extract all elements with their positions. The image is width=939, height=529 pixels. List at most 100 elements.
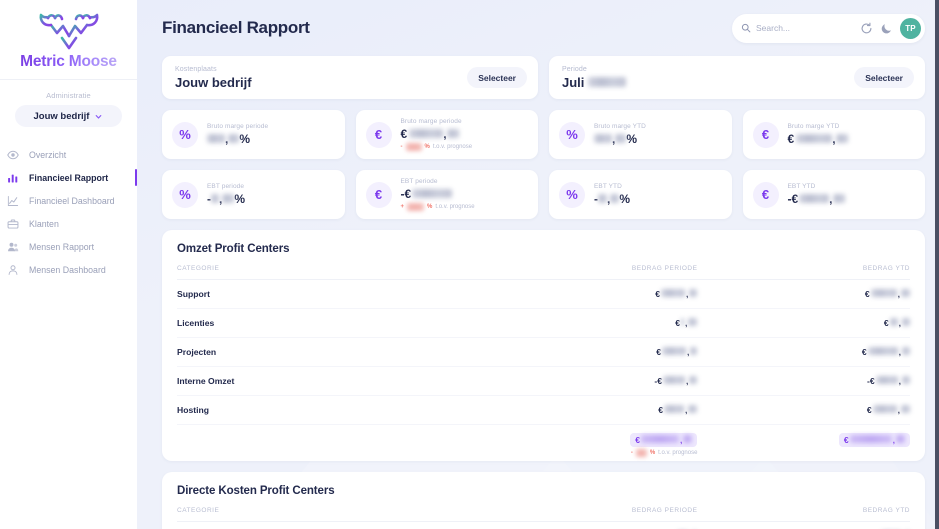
avatar-initials: TP	[905, 23, 916, 33]
select-kostenplaats-button[interactable]: Selecteer	[467, 67, 527, 88]
kpi-value: € ,	[401, 127, 473, 141]
kpi-subtext: + % t.o.v. prognose	[401, 203, 475, 211]
total-label	[177, 425, 485, 462]
table-total-row: €, - % t.o.v. prognose €,	[177, 425, 910, 462]
redacted-year	[588, 76, 627, 87]
filter-value-text: Jouw bedrijf	[175, 74, 252, 90]
redacted-decimals	[896, 435, 905, 443]
total-periode: €, - % t.o.v. prognose	[485, 425, 698, 462]
kpi-value: € ,	[788, 132, 848, 146]
currency-prefix: €	[675, 318, 681, 328]
redacted-decimals	[901, 405, 910, 413]
sidebar-item-mensen-dashboard[interactable]: Mensen Dashboard	[0, 258, 137, 281]
row-category: Support	[177, 279, 485, 309]
row-category: Hosting	[177, 395, 485, 425]
currency-prefix: -€	[866, 376, 875, 386]
redacted-decimals	[901, 289, 910, 297]
kpi-suffix: %	[234, 192, 246, 206]
sidebar-item-label: Overzicht	[29, 149, 67, 160]
redacted-value	[207, 134, 225, 143]
redacted-amount	[867, 347, 898, 355]
total-sign: -	[630, 450, 633, 456]
refresh-icon[interactable]	[860, 22, 873, 35]
kpi-label: EBT periode	[207, 183, 245, 190]
table-row: Interne Omzet -€, -€,	[177, 366, 910, 396]
kpi-label: Bruto marge periode	[207, 123, 269, 130]
euro-icon: €	[365, 181, 392, 208]
currency-prefix: €	[866, 405, 872, 415]
kpi-prefix: -€	[787, 192, 799, 206]
kpi-card: € Bruto marge YTD € ,	[742, 110, 925, 159]
sidebar-item-label: Financieel Dashboard	[29, 195, 115, 206]
redacted-amount	[872, 405, 897, 413]
redacted-total	[641, 435, 680, 443]
select-periode-button[interactable]: Selecteer	[854, 67, 914, 88]
line-chart-icon	[7, 195, 19, 206]
total-note: t.o.v. prognose	[658, 450, 698, 456]
sidebar-item-klanten[interactable]: Klanten	[0, 212, 137, 235]
filter-label: Kostenplaats	[175, 65, 217, 73]
euro-icon: €	[365, 121, 392, 148]
total-subtext: - % t.o.v. prognose	[485, 449, 698, 457]
search-input[interactable]	[756, 23, 848, 33]
column-header-categorie: CATEGORIE	[177, 265, 485, 280]
row-periode: €,	[484, 395, 698, 425]
avatar[interactable]: TP	[900, 17, 921, 39]
sidebar: Metric Moose Administratie Jouw bedrijf …	[0, 0, 137, 529]
row-ytd: €,	[697, 308, 910, 338]
row-ytd: €,	[697, 337, 910, 367]
section-directe-kosten-profit-centers: Directe Kosten Profit Centers CATEGORIE …	[162, 472, 925, 529]
sidebar-item-overzicht[interactable]: Overzicht	[0, 143, 137, 166]
redacted-decimals	[902, 318, 910, 326]
redacted-decimals	[832, 194, 845, 203]
company-selector[interactable]: Jouw bedrijf	[15, 105, 122, 127]
currency-prefix: €	[861, 347, 867, 357]
filter-value: Juli	[562, 74, 627, 90]
kpi-card: % Bruto marge periode , %	[162, 110, 345, 159]
percent-icon: %	[172, 181, 198, 208]
kpi-card: € EBT YTD -€ ,	[742, 170, 925, 219]
moose-antlers-icon	[39, 13, 98, 50]
kpi-prefix: -€	[400, 187, 412, 201]
redacted-decimals	[902, 376, 910, 384]
redacted-amount	[663, 376, 686, 384]
search-box[interactable]	[741, 23, 853, 33]
briefcase-icon	[7, 218, 19, 229]
row-periode: €,	[484, 279, 698, 309]
sidebar-item-financieel-rapport[interactable]: Financieel Rapport	[0, 166, 137, 189]
currency-prefix: €	[843, 435, 849, 445]
row-ytd: -€,	[697, 366, 910, 396]
euro-icon: €	[752, 121, 779, 148]
sidebar-item-financieel-dashboard[interactable]: Financieel Dashboard	[0, 189, 137, 212]
redacted-decimals	[615, 134, 627, 143]
kpi-card: % EBT YTD - , %	[549, 170, 732, 219]
filter-value-text: Juli	[562, 74, 585, 90]
row-category: Interne Omzet	[177, 366, 485, 396]
kpi-label: EBT YTD	[787, 183, 816, 190]
column-header-bedrag-periode: BEDRAG PERIODE	[484, 265, 698, 280]
kpi-suffix: %	[239, 132, 251, 146]
percent-icon: %	[172, 121, 198, 148]
table-row: Support €, €,	[177, 279, 910, 309]
sidebar-item-label: Klanten	[29, 218, 59, 229]
section-omzet-profit-centers: Omzet Profit Centers CATEGORIE BEDRAG PE…	[162, 230, 925, 461]
sidebar-item-mensen-rapport[interactable]: Mensen Rapport	[0, 235, 137, 258]
percent-symbol: %	[427, 204, 433, 210]
moon-icon[interactable]	[880, 22, 893, 35]
sidebar-nav: Overzicht Financieel Rapport Financieel …	[0, 143, 137, 281]
redacted-decimals	[446, 129, 459, 138]
redacted-value	[211, 194, 219, 203]
page-scrollbar[interactable]	[935, 0, 939, 529]
redacted-total	[849, 435, 892, 443]
redacted-decimals	[902, 347, 910, 355]
kpi-sub-sign: +	[400, 204, 405, 210]
currency-prefix: €	[658, 405, 664, 415]
kpi-value: - , %	[594, 192, 630, 206]
row-periode: €,	[484, 337, 698, 367]
company-name: Jouw bedrijf	[33, 110, 90, 122]
bar-chart-icon	[8, 174, 18, 182]
redacted-value	[409, 129, 444, 138]
page-title: Financieel Rapport	[162, 18, 310, 37]
brand-logo[interactable]: Metric Moose	[0, 0, 137, 80]
redacted-decimals	[228, 134, 240, 143]
